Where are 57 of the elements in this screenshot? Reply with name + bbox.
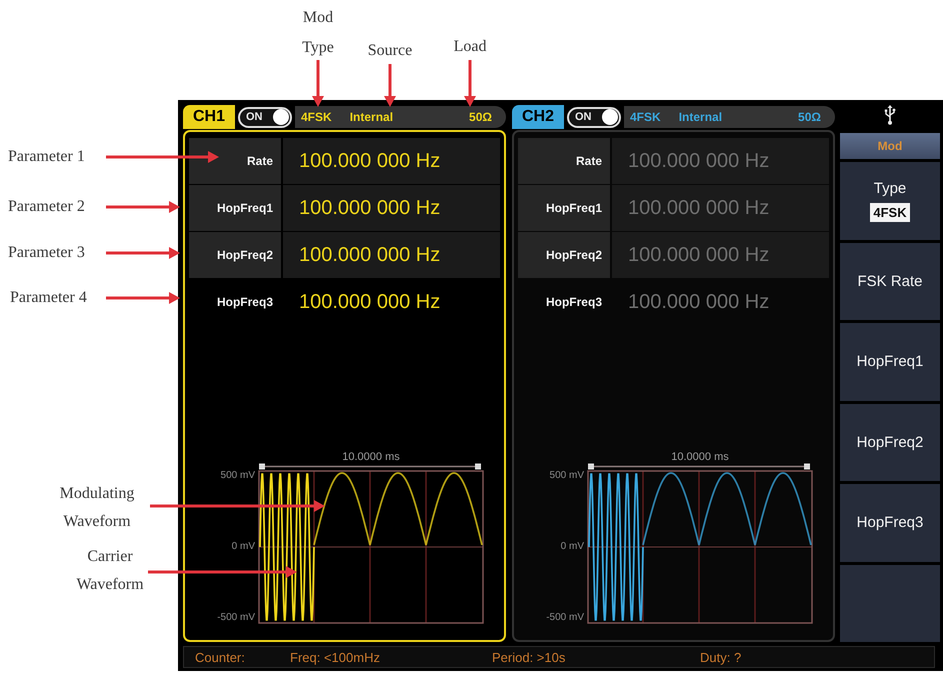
parameter-label: Rate <box>189 138 281 184</box>
load-text: 50Ω <box>798 110 821 124</box>
parameter-value[interactable]: 100.000 000 Hz <box>283 185 500 231</box>
status-text: Period: >10s <box>492 650 566 664</box>
parameter-value[interactable]: 100.000 000 Hz <box>283 232 500 278</box>
axis-label: 0 mV <box>560 541 584 553</box>
parameter-label: HopFreq1 <box>189 185 281 231</box>
status-text: Counter: <box>195 650 246 664</box>
menu-button[interactable]: FSK Rate <box>840 242 940 320</box>
menu-button[interactable]: HopFreq3 <box>840 484 940 562</box>
parameter-value[interactable]: 100.000 000 Hz <box>612 279 829 325</box>
source-text: Internal <box>350 110 394 124</box>
menu-title: Mod <box>840 133 940 159</box>
parameter-label: HopFreq3 <box>216 294 274 311</box>
parameter-label: Rate <box>518 138 610 184</box>
callout-label: Carrier Waveform <box>76 547 144 595</box>
callout-label: Modulating Waveform <box>60 484 134 532</box>
usb-icon <box>884 105 896 125</box>
axis-label: -500 mV <box>546 612 584 624</box>
parameter-label: HopFreq2 <box>518 232 610 278</box>
menu-button[interactable]: HopFreq2 <box>840 404 940 481</box>
status-text: Duty: ? <box>700 650 742 664</box>
callout-label: Parameter 4 <box>10 288 87 308</box>
parameter-label: HopFreq2 <box>189 232 281 278</box>
parameter-value[interactable]: 100.000 000 Hz <box>283 138 500 184</box>
axis-label: 0 mV <box>232 541 255 553</box>
status-text: Freq: <100mHz <box>290 650 381 664</box>
callout-label: Parameter 3 <box>8 243 85 263</box>
mod-type-text: 4FSK <box>301 110 332 124</box>
axis-label: -500 mV <box>217 612 255 624</box>
on-off-switch[interactable]: ON <box>567 106 621 128</box>
menu-button[interactable]: Type 4FSK <box>840 162 940 240</box>
mod-type-text: 4FSK <box>630 110 661 124</box>
callout-arrow <box>384 64 396 107</box>
axis-label: 500 mV <box>550 470 584 482</box>
callout-label: Parameter 1 <box>8 147 85 167</box>
switch-knob <box>602 109 618 125</box>
channel-tag: CH1 <box>183 105 235 129</box>
callout-label: Parameter 2 <box>8 197 85 217</box>
callout-arrow <box>312 60 324 107</box>
callout-label: Load <box>454 37 486 57</box>
load-text: 50Ω <box>469 110 492 124</box>
callout-label: Source <box>368 41 412 61</box>
source-text: Internal <box>678 110 722 124</box>
on-off-switch[interactable]: ON <box>238 106 292 128</box>
axis-label: 500 mV <box>220 470 255 482</box>
parameter-value[interactable]: 100.000 000 Hz <box>283 279 500 325</box>
parameter-label: HopFreq1 <box>518 185 610 231</box>
callout-arrow <box>464 60 476 107</box>
callout-label: Mod Type <box>302 8 334 58</box>
switch-knob <box>273 109 289 125</box>
time-span-label: 10.0000 ms <box>342 451 400 463</box>
time-span-label: 10.0000 ms <box>671 451 729 463</box>
channel-tag: CH2 <box>512 105 564 129</box>
parameter-label: HopFreq3 <box>544 294 603 311</box>
menu-button[interactable]: HopFreq1 <box>840 323 940 400</box>
menu-value: 4FSK <box>870 202 910 222</box>
